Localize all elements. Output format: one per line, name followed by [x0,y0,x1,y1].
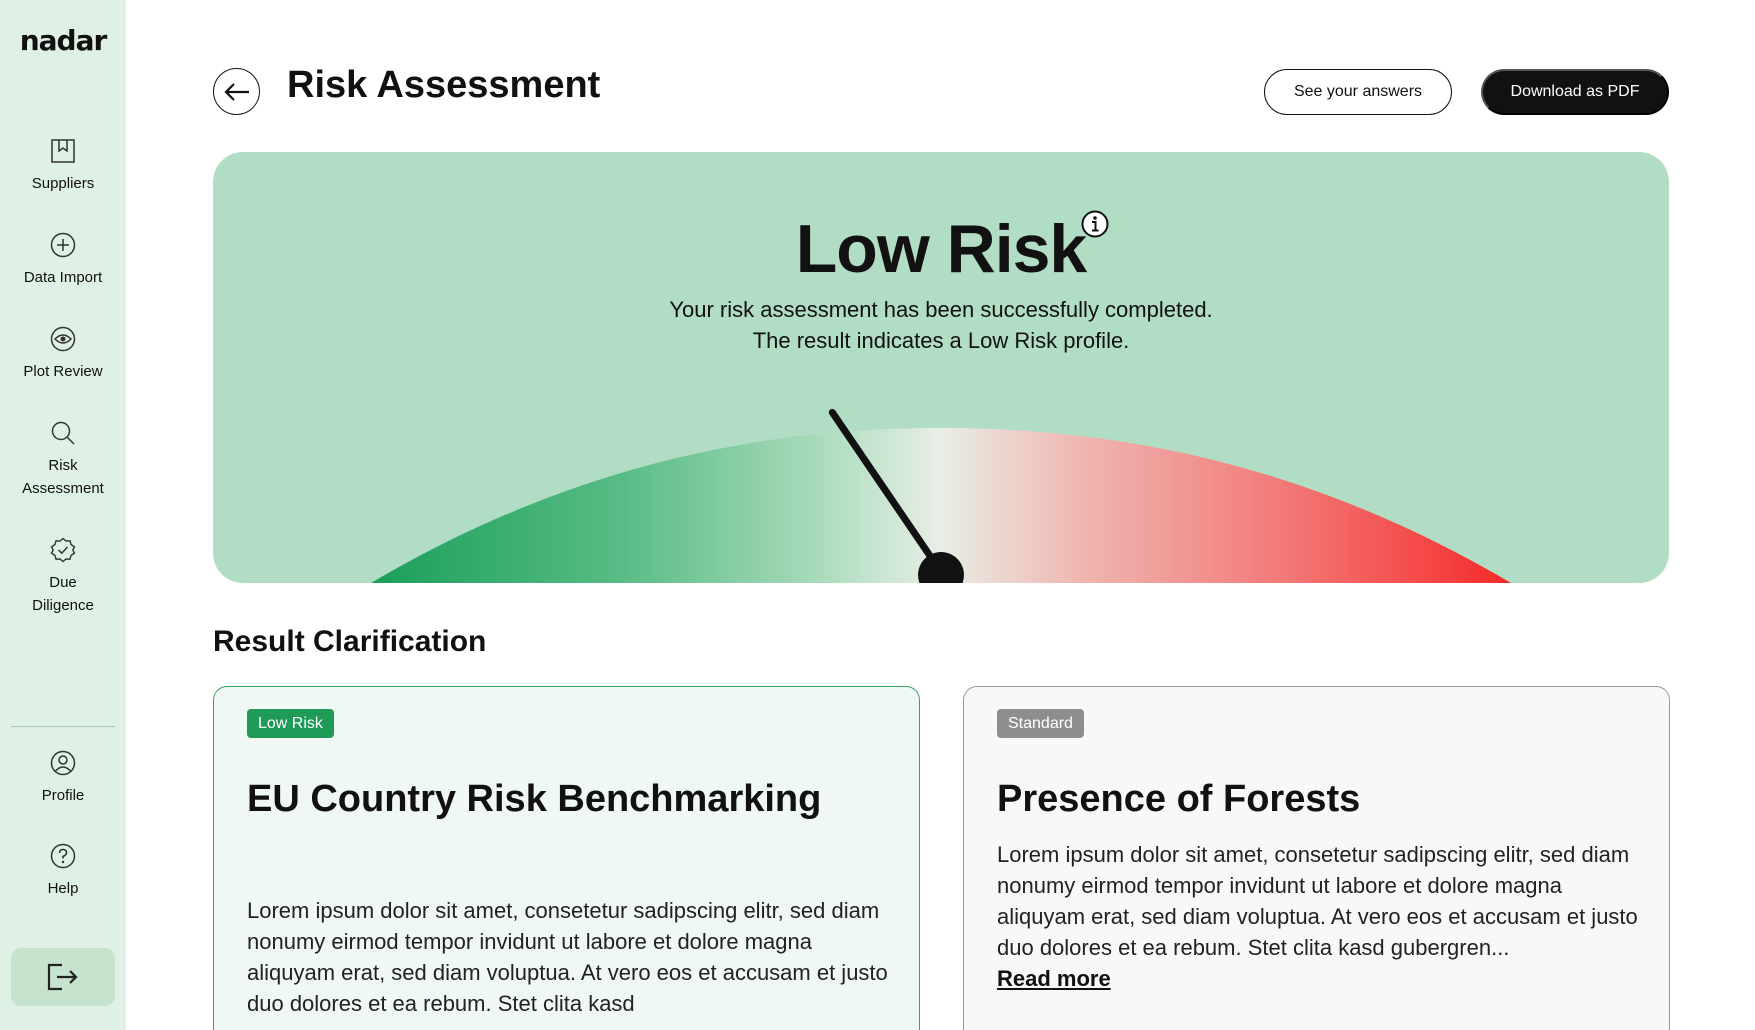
help-circle-icon [50,843,76,869]
logout-icon [47,963,78,991]
sidebar-item-label: Plot Review [23,363,103,380]
page-title: Risk Assessment [287,64,601,106]
sidebar-item-label: Profile [41,787,85,804]
card-body-container: Lorem ipsum dolor sit amet, consetetur s… [997,839,1647,994]
sidebar-divider [11,726,115,727]
read-more-link[interactable]: Read more [997,963,1647,994]
download-pdf-button[interactable]: Download as PDF [1481,69,1669,115]
see-answers-button[interactable]: See your answers [1264,69,1452,115]
check-badge-icon [50,537,76,563]
sidebar-item-label: Help [47,880,79,897]
card-body: Lorem ipsum dolor sit amet, consetetur s… [247,898,888,1016]
logo: nadar [19,24,108,57]
sidebar-item-label: Risk Assessment [22,457,104,497]
sidebar-item-due-diligence[interactable]: Due Diligence [0,537,126,617]
card-title: EU Country Risk Benchmarking [247,778,822,820]
sidebar-item-risk-assessment[interactable]: Risk Assessment [0,420,126,500]
logout-button[interactable] [11,948,115,1006]
user-circle-icon [50,750,76,776]
search-icon [51,421,75,445]
status-badge: Low Risk [247,709,334,738]
result-card-country-risk: Low Risk EU Country Risk Benchmarking Lo… [213,686,920,1030]
eye-icon [50,326,76,352]
sidebar-item-suppliers[interactable]: Suppliers [0,138,126,195]
risk-result-panel: Low Risk Your risk assessment has been s… [213,152,1669,583]
sidebar: nadar Suppliers Data Import Plot Review … [0,0,126,1030]
section-title: Result Clarification [213,625,487,658]
card-title: Presence of Forests [997,778,1361,820]
arrow-left-icon [223,82,249,101]
risk-gauge [371,408,1511,583]
sidebar-item-label: Data Import [23,269,103,286]
status-badge: Standard [997,709,1084,738]
sidebar-item-label: Suppliers [31,175,95,192]
sidebar-item-label: Due Diligence [32,574,94,614]
bookmark-icon [51,139,75,163]
sidebar-item-plot-review[interactable]: Plot Review [0,326,126,383]
back-button[interactable] [213,68,260,115]
card-body: Lorem ipsum dolor sit amet, consetetur s… [997,842,1638,960]
sidebar-item-profile[interactable]: Profile [0,750,126,807]
result-card-forests: Standard Presence of Forests Lorem ipsum… [963,686,1670,1030]
plus-circle-icon [50,232,76,258]
sidebar-item-data-import[interactable]: Data Import [0,232,126,289]
sidebar-item-help[interactable]: Help [0,843,126,900]
